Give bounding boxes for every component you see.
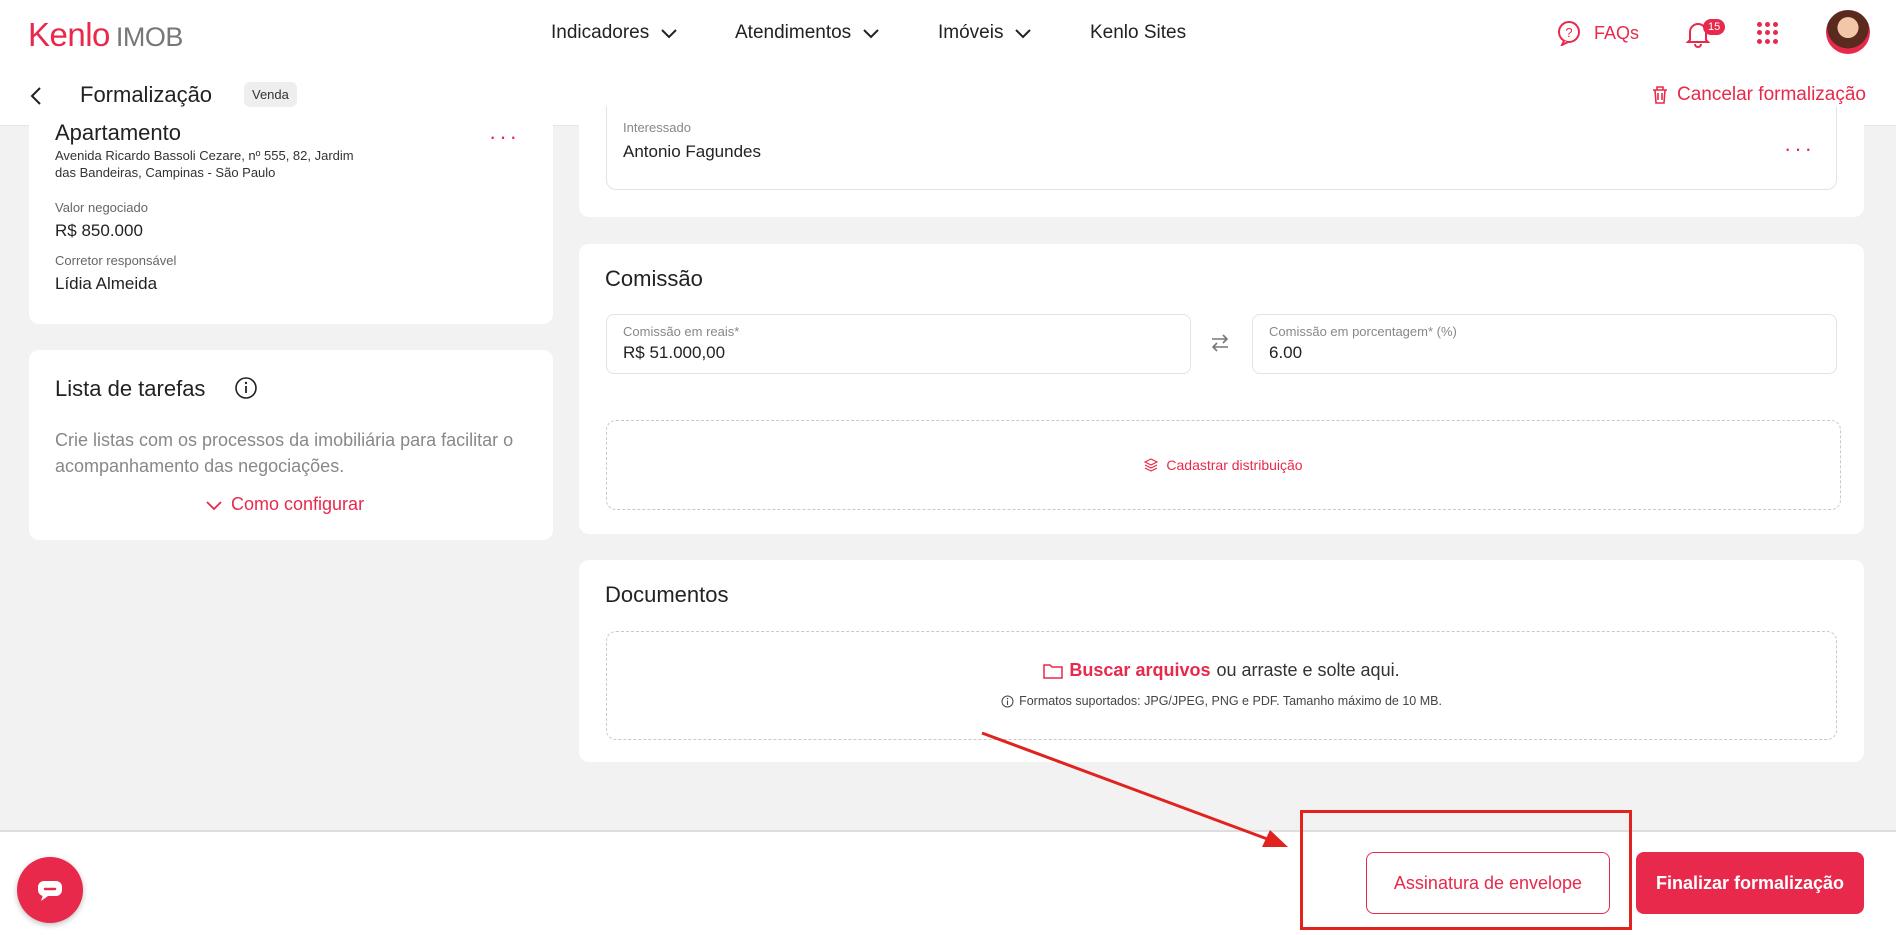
commission-title: Comissão <box>605 266 703 291</box>
nav-label: Imóveis <box>938 22 1004 43</box>
nav-label: Indicadores <box>551 22 650 43</box>
notification-badge: 15 <box>1703 19 1726 35</box>
kenlo-logo[interactable]: Kenlo IMOB <box>28 16 183 54</box>
interested-field[interactable]: Interessado Antonio Fagundes ··· <box>606 106 1837 190</box>
documents-card: Documentos Buscar arquivos ou arraste e … <box>579 560 1864 762</box>
chat-icon <box>38 881 62 901</box>
distribution-label: Cadastrar distribuição <box>1166 457 1303 473</box>
logo-sub: IMOB <box>115 22 184 52</box>
task-description-line1: Crie listas com os processos da imobiliá… <box>55 430 514 450</box>
how-to-configure-link[interactable]: Como configurar <box>205 494 364 515</box>
broker-label: Corretor responsável <box>55 253 177 268</box>
nav-kenlo-sites[interactable]: Kenlo Sites <box>1090 22 1186 44</box>
trash-icon <box>1652 86 1667 104</box>
broker-name: Lídia Almeida <box>55 274 158 293</box>
more-options-icon[interactable]: ··· <box>1784 138 1815 160</box>
chevron-down-icon <box>206 500 222 510</box>
help-icon: ? <box>1558 21 1580 46</box>
avatar[interactable] <box>1826 10 1870 54</box>
chat-button[interactable] <box>17 857 83 923</box>
logo-main: Kenlo <box>28 16 110 53</box>
property-address-line1: Avenida Ricardo Bassoli Cezare, nº 555, … <box>55 148 354 163</box>
value-label: Valor negociado <box>55 200 148 215</box>
apps-grid-icon[interactable] <box>1757 22 1779 44</box>
finish-formalization-button[interactable]: Finalizar formalização <box>1636 852 1864 914</box>
chevron-down-icon <box>661 29 677 39</box>
task-list-card: Lista de tarefas Crie listas com os proc… <box>29 350 553 540</box>
nav-label: Atendimentos <box>735 22 852 43</box>
cancel-label: Cancelar formalização <box>1676 84 1866 105</box>
commission-percent-label: Comissão em porcentagem* (%) <box>1269 324 1457 339</box>
page-title: Formalização <box>80 82 213 107</box>
interested-name: Antonio Fagundes <box>623 142 761 161</box>
info-icon <box>1001 695 1014 707</box>
status-badge: Venda <box>244 82 297 107</box>
task-list-title: Lista de tarefas <box>55 376 206 401</box>
faq-link[interactable]: ? FAQs <box>1556 20 1639 46</box>
interested-card: Interessado Antonio Fagundes ··· <box>579 106 1864 217</box>
info-icon[interactable] <box>234 376 258 400</box>
folder-icon <box>1043 663 1064 679</box>
cancel-formalization-button[interactable]: Cancelar formalização <box>1651 84 1866 106</box>
more-options-icon[interactable]: ··· <box>489 126 520 148</box>
commission-percent-input[interactable]: Comissão em porcentagem* (%) 6.00 <box>1252 314 1837 374</box>
commission-reais-label: Comissão em reais* <box>623 324 740 339</box>
highlight-box <box>1300 810 1632 930</box>
task-description-line2: acompanhamento das negociações. <box>55 456 345 476</box>
how-to-configure-label: Como configurar <box>231 494 365 514</box>
interested-label: Interessado <box>623 120 691 135</box>
file-dropzone[interactable]: Buscar arquivos ou arraste e solte aqui.… <box>606 631 1837 740</box>
nav-imoveis[interactable]: Imóveis <box>938 22 1033 44</box>
top-navbar: Kenlo IMOB Indicadores Atendimentos Imóve… <box>0 0 1896 66</box>
svg-text:?: ? <box>1565 25 1572 40</box>
layers-icon <box>1144 458 1159 472</box>
nav-atendimentos[interactable]: Atendimentos <box>735 22 881 44</box>
commission-card: Comissão Comissão em reais* R$ 51.000,00… <box>579 244 1864 534</box>
nav-label: Kenlo Sites <box>1090 22 1187 43</box>
chevron-down-icon <box>1015 29 1032 39</box>
negotiated-value: R$ 850.000 <box>55 221 143 240</box>
commission-percent-value: 6.00 <box>1269 343 1303 362</box>
documents-title: Documentos <box>605 582 729 607</box>
browse-files-link[interactable]: Buscar arquivos <box>1069 660 1210 681</box>
nav-indicadores[interactable]: Indicadores <box>551 22 679 44</box>
property-address-line2: das Bandeiras, Campinas - São Paulo <box>55 165 276 180</box>
commission-reais-value: R$ 51.000,00 <box>623 343 726 362</box>
faq-label: FAQs <box>1594 22 1640 43</box>
swap-icon[interactable] <box>1209 332 1231 354</box>
drop-text: ou arraste e solte aqui. <box>1216 660 1400 680</box>
property-type: Apartamento <box>55 120 181 145</box>
register-distribution-button[interactable]: Cadastrar distribuição <box>606 420 1841 510</box>
property-card: Apartamento ··· Avenida Ricardo Bassoli … <box>29 116 553 324</box>
chevron-down-icon <box>863 29 879 39</box>
commission-reais-input[interactable]: Comissão em reais* R$ 51.000,00 <box>606 314 1191 374</box>
back-arrow-icon[interactable] <box>26 84 46 108</box>
formats-text: Formatos suportados: JPG/JPEG, PNG e PDF… <box>1019 694 1442 708</box>
